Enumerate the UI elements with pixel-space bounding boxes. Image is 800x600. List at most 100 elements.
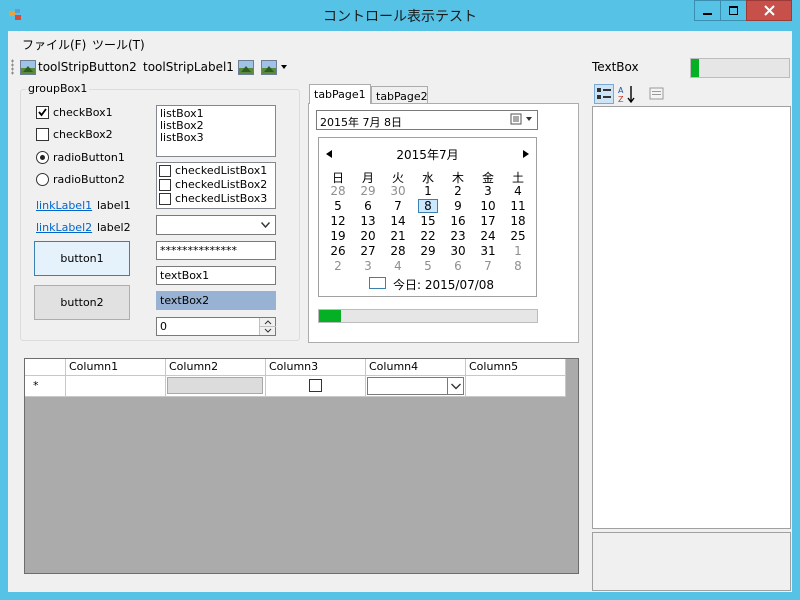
checked-list-checkbox[interactable] (159, 165, 171, 177)
calendar-day[interactable]: 15 (413, 214, 443, 228)
calendar-day[interactable]: 14 (383, 214, 413, 228)
calendar-day[interactable]: 25 (503, 229, 533, 243)
column-header-3[interactable]: Column3 (266, 359, 366, 376)
calendar-day[interactable]: 4 (383, 259, 413, 273)
grid-checkbox[interactable] (309, 379, 322, 392)
menu-item-tools[interactable]: ツール(T) (92, 36, 145, 53)
password-field[interactable]: ************** (156, 241, 276, 260)
column-header-4[interactable]: Column4 (366, 359, 466, 376)
calendar-day[interactable]: 1 (503, 244, 533, 258)
tab-page-1[interactable]: tabPage1 (309, 84, 371, 104)
calendar-day[interactable]: 10 (473, 199, 503, 213)
link-label-2[interactable]: linkLabel2 (36, 221, 92, 234)
next-month-icon[interactable] (523, 150, 529, 158)
link-label-1[interactable]: linkLabel1 (36, 199, 92, 212)
grid-cell-checkbox[interactable] (266, 376, 366, 397)
button-2[interactable]: button2 (34, 285, 130, 320)
toolstrip-button-2[interactable]: toolStripButton2 (38, 60, 137, 74)
calendar-day[interactable]: 16 (443, 214, 473, 228)
image-icon[interactable] (261, 60, 277, 75)
checkbox-2[interactable] (36, 128, 49, 141)
grid-cell-button-face[interactable] (167, 377, 263, 394)
calendar-day[interactable]: 24 (473, 229, 503, 243)
calendar-day[interactable]: 5 (413, 259, 443, 273)
calendar-day[interactable]: 3 (473, 184, 503, 198)
image-icon[interactable] (20, 60, 36, 75)
date-picker[interactable]: 2015年 7月 8日 (316, 110, 538, 130)
maximize-button[interactable] (720, 0, 747, 21)
calendar-day[interactable]: 9 (443, 199, 473, 213)
textbox-2[interactable]: textBox2 (156, 291, 276, 310)
column-header-2[interactable]: Column2 (166, 359, 266, 376)
tab-page-2[interactable]: tabPage2 (371, 86, 428, 103)
button-1[interactable]: button1 (34, 241, 130, 276)
checkbox-2-label[interactable]: checkBox2 (53, 128, 113, 141)
column-header-5[interactable]: Column5 (466, 359, 566, 376)
list-item[interactable]: listBox3 (160, 132, 272, 144)
calendar-day[interactable]: 1 (413, 184, 443, 198)
row-header[interactable]: * (25, 376, 66, 397)
checked-list-item[interactable]: checkedListBox1 (159, 164, 273, 178)
numeric-updown[interactable]: 0 (156, 317, 276, 336)
checked-listbox[interactable]: checkedListBox1 checkedListBox2 checkedL… (156, 162, 276, 209)
calendar-day[interactable]: 6 (353, 199, 383, 213)
calendar-day[interactable]: 28 (323, 184, 353, 198)
radio-button-2[interactable] (36, 173, 49, 186)
alphabetical-button[interactable]: AZ (617, 84, 637, 104)
calendar-day[interactable]: 11 (503, 199, 533, 213)
calendar-day[interactable]: 7 (383, 199, 413, 213)
menu-item-file[interactable]: ファイル(F) (22, 36, 86, 53)
today-label[interactable]: 今日: 2015/07/08 (393, 276, 494, 293)
close-button[interactable] (746, 0, 792, 21)
calendar-day[interactable]: 20 (353, 229, 383, 243)
combobox[interactable] (156, 215, 276, 235)
image-icon[interactable] (238, 60, 254, 75)
calendar-day[interactable]: 30 (383, 184, 413, 198)
grid-corner-header[interactable] (25, 359, 66, 376)
textbox-1[interactable]: textBox1 (156, 266, 276, 285)
calendar-day[interactable]: 29 (353, 184, 383, 198)
calendar-day[interactable]: 4 (503, 184, 533, 198)
grid-cell-link[interactable] (466, 376, 566, 397)
dropdown-arrow-icon[interactable] (281, 65, 287, 69)
radio-button-2-label[interactable]: radioButton2 (53, 173, 125, 186)
calendar-day[interactable]: 8 (503, 259, 533, 273)
checked-list-checkbox[interactable] (159, 179, 171, 191)
calendar-day[interactable]: 22 (413, 229, 443, 243)
radio-button-1[interactable] (36, 151, 49, 164)
calendar-day[interactable]: 7 (473, 259, 503, 273)
checked-list-checkbox[interactable] (159, 193, 171, 205)
calendar-day[interactable]: 29 (413, 244, 443, 258)
calendar-day[interactable]: 13 (353, 214, 383, 228)
toolstrip-grip[interactable] (11, 59, 14, 75)
column-header-1[interactable]: Column1 (66, 359, 166, 376)
calendar-day[interactable]: 2 (323, 259, 353, 273)
checked-list-item[interactable]: checkedListBox2 (159, 178, 273, 192)
calendar-day[interactable]: 30 (443, 244, 473, 258)
minimize-button[interactable] (694, 0, 721, 21)
calendar-day[interactable]: 5 (323, 199, 353, 213)
checkbox-1-label[interactable]: checkBox1 (53, 106, 113, 119)
calendar-day[interactable]: 18 (503, 214, 533, 228)
calendar-day[interactable]: 21 (383, 229, 413, 243)
checked-list-item[interactable]: checkedListBox3 (159, 192, 273, 206)
calendar-day[interactable]: 2 (443, 184, 473, 198)
grid-combobox-dropdown[interactable] (447, 378, 463, 394)
calendar-day[interactable]: 6 (443, 259, 473, 273)
checkbox-1[interactable] (36, 106, 49, 119)
calendar-day[interactable]: 27 (353, 244, 383, 258)
calendar-day[interactable]: 19 (323, 229, 353, 243)
numeric-spin-buttons[interactable] (259, 318, 276, 335)
property-grid[interactable] (592, 106, 791, 529)
grid-cell-combobox[interactable] (366, 376, 466, 397)
calendar-month-title[interactable]: 2015年7月 (318, 146, 537, 163)
calendar-day[interactable]: 28 (383, 244, 413, 258)
radio-button-1-label[interactable]: radioButton1 (53, 151, 125, 164)
calendar-day[interactable]: 23 (443, 229, 473, 243)
calendar-dropdown-icon[interactable] (510, 113, 536, 127)
calendar-day[interactable]: 17 (473, 214, 503, 228)
grid-combobox[interactable] (367, 377, 464, 395)
calendar-day[interactable]: 12 (323, 214, 353, 228)
grid-cell-text[interactable] (66, 376, 166, 397)
property-pages-button[interactable] (647, 84, 667, 104)
